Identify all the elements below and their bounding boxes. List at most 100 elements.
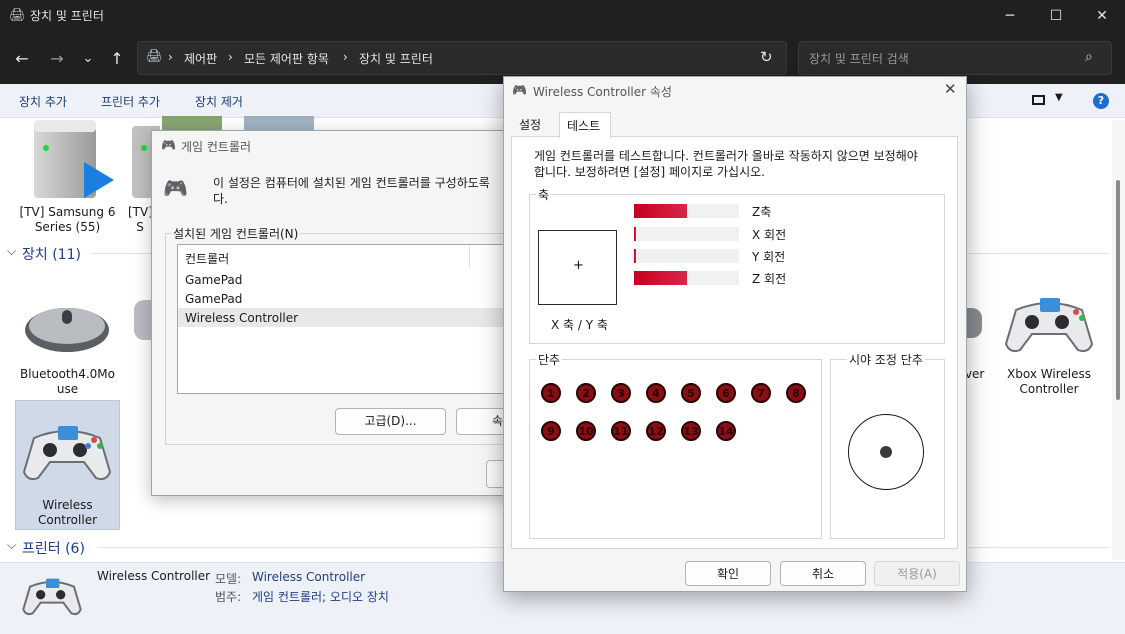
crosshair-icon: + bbox=[573, 258, 584, 273]
joystick-button-indicator: 3 bbox=[611, 383, 631, 403]
joystick-button-indicator: 9 bbox=[541, 421, 561, 441]
scrollbar[interactable] bbox=[1112, 120, 1125, 560]
installed-controllers-label: 설치된 게임 컨트롤러(N) bbox=[171, 225, 301, 242]
properties-dialog-title: Wireless Controller 속성 bbox=[533, 85, 672, 99]
forward-button[interactable]: → bbox=[45, 46, 69, 70]
joystick-button-indicator: 6 bbox=[716, 383, 736, 403]
breadcrumb-separator: › bbox=[168, 50, 173, 64]
tab-test-label: 테스트 bbox=[567, 119, 601, 133]
back-button[interactable]: ← bbox=[10, 46, 34, 70]
tv-icon[interactable] bbox=[32, 120, 114, 198]
joystick-button-indicator: 14 bbox=[716, 421, 736, 441]
gamepad-icon: 🎮 bbox=[512, 83, 527, 97]
axis-bar bbox=[634, 271, 739, 285]
joystick-button-indicator: 7 bbox=[751, 383, 771, 403]
axis-bar-label: Y 회전 bbox=[752, 250, 786, 264]
joystick-button-indicator: 2 bbox=[576, 383, 596, 403]
cancel-button[interactable]: 취소 bbox=[780, 561, 866, 586]
joystick-button-indicator: 11 bbox=[611, 421, 631, 441]
device-label: Bluetooth4.0Mo use bbox=[19, 367, 116, 396]
axis-bar-fill bbox=[634, 204, 687, 218]
details-model-value: Wireless Controller bbox=[252, 570, 366, 584]
buttons-label: 단추 bbox=[536, 351, 563, 368]
device-label: [TV] Samsung 6 Series (55) bbox=[19, 205, 116, 234]
joystick-button-indicator: 4 bbox=[646, 383, 666, 403]
list-item[interactable]: Wireless Controller bbox=[185, 311, 298, 325]
location-icon: 🖨 bbox=[146, 49, 163, 64]
device-label: Wireless Controller bbox=[37, 498, 98, 527]
breadcrumb-separator: › bbox=[228, 50, 233, 64]
minimize-button[interactable]: ─ bbox=[987, 0, 1033, 32]
breadcrumb-separator: › bbox=[343, 50, 348, 64]
chevron-down-icon[interactable]: ⌵ bbox=[7, 244, 16, 259]
search-icon: ⌕ bbox=[1085, 49, 1093, 65]
dialog-description: 이 설정은 컴퓨터에 설치된 게임 컨트롤러를 구성하도록 bbox=[213, 176, 490, 190]
add-printer-button[interactable]: 프린터 추가 bbox=[101, 93, 160, 110]
axis-bar-fill bbox=[634, 249, 636, 263]
device-label: Xbox Wireless Controller bbox=[1007, 367, 1091, 396]
window-title: 장치 및 프린터 bbox=[30, 9, 104, 23]
axis-bar-label: Z축 bbox=[752, 205, 772, 219]
joystick-button-indicator: 13 bbox=[681, 421, 701, 441]
address-bar[interactable]: 🖨 › 제어판 › 모든 제어판 항목 › 장치 및 프린터 ↻ bbox=[137, 41, 787, 75]
maximize-button[interactable]: ☐ bbox=[1033, 0, 1079, 32]
column-header-controller[interactable]: 컨트롤러 bbox=[185, 250, 229, 267]
title-bar: 🖨 장치 및 프린터 ─ ☐ ✕ bbox=[0, 0, 1125, 32]
search-input[interactable]: 장치 및 프린터 검색 bbox=[809, 50, 909, 67]
joystick-button-indicator: 10 bbox=[576, 421, 596, 441]
view-icon[interactable] bbox=[1032, 95, 1045, 105]
devices-group-header[interactable]: 장치 (11) bbox=[22, 244, 81, 264]
axis-bar-fill bbox=[634, 227, 636, 241]
buttons-groupbox bbox=[529, 359, 822, 539]
breadcrumb-control-panel[interactable]: 제어판 bbox=[184, 50, 217, 67]
close-icon[interactable]: ✕ bbox=[944, 80, 957, 98]
device-label: [TV] S bbox=[128, 205, 153, 234]
close-button[interactable]: ✕ bbox=[1079, 0, 1125, 32]
gamepad-icon: 🎮 bbox=[163, 176, 188, 200]
recent-locations-button[interactable]: ⌄ bbox=[76, 46, 100, 70]
apply-button[interactable]: 적용(A) bbox=[874, 561, 960, 586]
axis-bar-fill bbox=[634, 271, 687, 285]
breadcrumb-devices-printers[interactable]: 장치 및 프린터 bbox=[359, 50, 433, 67]
details-category-value: 게임 컨트롤러; 오디오 장치 bbox=[252, 590, 389, 604]
add-device-button[interactable]: 장치 추가 bbox=[19, 93, 67, 110]
axis-bar bbox=[634, 204, 739, 218]
refresh-icon[interactable]: ↻ bbox=[760, 48, 773, 66]
dialog-description-2: 다. bbox=[213, 192, 228, 206]
ok-button[interactable]: 확인 bbox=[685, 561, 771, 586]
gamepad-icon[interactable] bbox=[1004, 292, 1094, 356]
column-divider bbox=[469, 246, 470, 268]
test-instructions: 게임 컨트롤러를 테스트합니다. 컨트롤러가 올바로 작동하지 않으면 보정해야… bbox=[534, 149, 918, 179]
up-button[interactable]: ↑ bbox=[105, 46, 129, 70]
mouse-icon[interactable] bbox=[22, 300, 112, 356]
joystick-button-indicator: 1 bbox=[541, 383, 561, 403]
joystick-button-indicator: 12 bbox=[646, 421, 666, 441]
axis-bar bbox=[634, 249, 739, 263]
tab-test[interactable]: 테스트 bbox=[559, 112, 611, 138]
xy-axis-box: + bbox=[538, 230, 617, 305]
remove-device-button[interactable]: 장치 제거 bbox=[195, 93, 243, 110]
list-item[interactable]: GamePad bbox=[185, 292, 242, 306]
tab-settings[interactable]: 설정 bbox=[513, 113, 547, 137]
joystick-button-indicator: 5 bbox=[681, 383, 701, 403]
axes-label: 축 bbox=[536, 186, 552, 203]
pov-label: 시야 조정 단추 bbox=[847, 351, 925, 368]
printers-group-header[interactable]: 프린터 (6) bbox=[22, 538, 85, 558]
details-model-label: 모델: bbox=[215, 572, 242, 586]
search-box[interactable]: 장치 및 프린터 검색 ⌕ bbox=[798, 41, 1112, 75]
pov-dot bbox=[880, 446, 892, 458]
dialog-title: 게임 컨트롤러 bbox=[181, 140, 252, 154]
list-item[interactable]: GamePad bbox=[185, 273, 242, 287]
gamepad-icon bbox=[22, 574, 82, 618]
breadcrumb-all-items[interactable]: 모든 제어판 항목 bbox=[244, 50, 329, 67]
devices-printers-icon: 🖨 bbox=[9, 8, 26, 23]
chevron-down-icon[interactable]: ⌵ bbox=[7, 538, 16, 553]
axis-bar-label: X 회전 bbox=[752, 228, 787, 242]
advanced-button[interactable]: 고급(D)... bbox=[335, 408, 446, 435]
details-device-name: Wireless Controller bbox=[97, 569, 211, 583]
gamepad-icon: 🎮 bbox=[161, 138, 176, 152]
help-icon[interactable]: ? bbox=[1093, 93, 1109, 109]
details-category-label: 범주: bbox=[215, 590, 242, 604]
view-dropdown-icon[interactable]: ▼ bbox=[1055, 92, 1063, 103]
axis-bar-label: Z 회전 bbox=[752, 272, 787, 286]
